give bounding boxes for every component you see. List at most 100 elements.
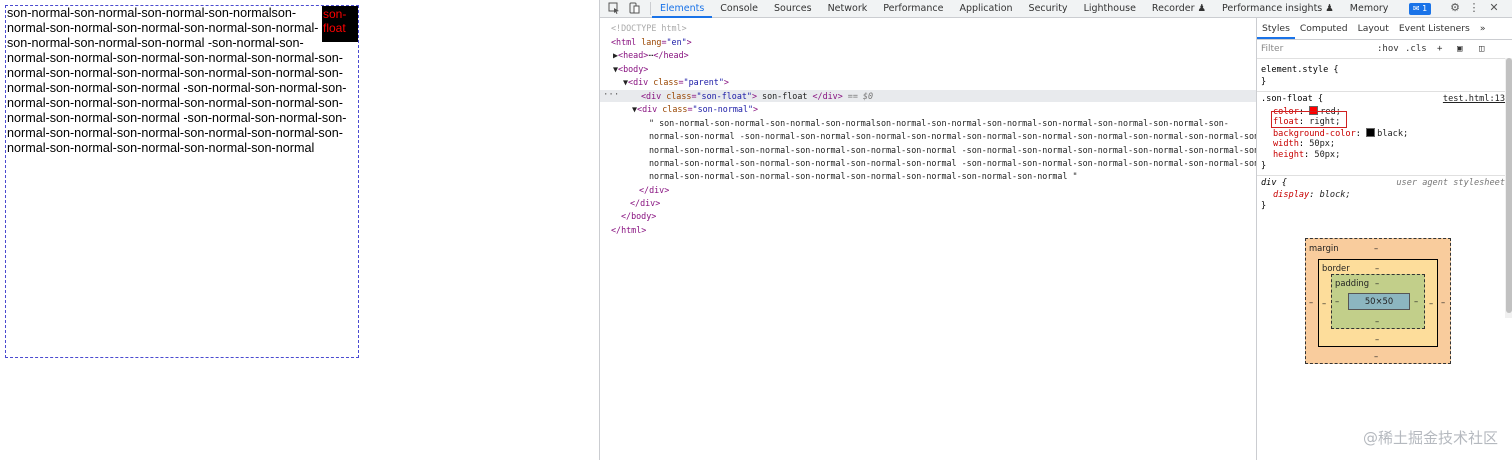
box-model-padding[interactable]: padding – – – – 50×50 bbox=[1331, 274, 1425, 329]
scroll-thumb[interactable] bbox=[1506, 58, 1512, 313]
more-tabs-chevron[interactable]: » bbox=[1475, 18, 1491, 39]
black-color-swatch[interactable] bbox=[1366, 128, 1376, 137]
element-style-selector[interactable]: element.style { bbox=[1261, 65, 1339, 76]
div-selector[interactable]: div { bbox=[1261, 178, 1287, 189]
sidebar-toggle-icon[interactable]: ◫ bbox=[1479, 42, 1484, 56]
body-node[interactable]: ▼<body> bbox=[613, 64, 648, 75]
padding-top-value[interactable]: – bbox=[1375, 278, 1379, 288]
device-toolbar-icon[interactable] bbox=[628, 2, 640, 14]
son-normal-line: normal-son-normal-son-normal -son-normal… bbox=[7, 81, 347, 95]
son-normal-line: son-normal-son-normal-son-normal -son-no… bbox=[7, 36, 304, 50]
parent-div-node[interactable]: ▼<div class="parent"> bbox=[623, 77, 729, 88]
filter-row: Filter :hov .cls + ▣ ◫ bbox=[1257, 40, 1512, 59]
tab-application[interactable]: Application bbox=[951, 0, 1020, 18]
head-node[interactable]: ▶<head>⋯</head> bbox=[613, 50, 689, 61]
gear-icon[interactable]: ⚙ bbox=[1449, 2, 1461, 14]
son-float-node-text: son-float bbox=[762, 91, 808, 101]
lang-value: "en" bbox=[666, 37, 687, 47]
width-property: width bbox=[1273, 139, 1299, 149]
class-attr: class bbox=[666, 91, 692, 101]
box-model-margin[interactable]: margin – – – – border – – – – padding – … bbox=[1305, 238, 1451, 364]
new-rule-icon[interactable]: + bbox=[1437, 42, 1442, 56]
tab-event-listeners[interactable]: Event Listeners bbox=[1394, 18, 1475, 39]
margin-top-value[interactable]: – bbox=[1374, 243, 1378, 253]
son-normal-close-tag[interactable]: </div> bbox=[639, 185, 669, 196]
tab-lighthouse[interactable]: Lighthouse bbox=[1076, 0, 1144, 18]
html-close-tag[interactable]: </html> bbox=[611, 225, 646, 236]
html-node[interactable]: <html lang="en"> bbox=[611, 37, 692, 48]
hov-button[interactable]: :hov bbox=[1377, 42, 1399, 56]
tab-network[interactable]: Network bbox=[820, 0, 876, 18]
html-tag: <html bbox=[611, 37, 637, 47]
background-color-value: black; bbox=[1377, 129, 1409, 139]
son-normal-line: son-normal-son-normal-son-normal-son-nor… bbox=[7, 6, 297, 20]
son-normal-line: normal-son-normal-son-normal-son-normal-… bbox=[7, 51, 343, 65]
border-left-value[interactable]: – bbox=[1322, 298, 1326, 308]
parent-div: son- float son-normal-son-normal-son-nor… bbox=[5, 5, 359, 358]
source-link[interactable]: test.html:13 bbox=[1443, 94, 1505, 105]
rule-divider bbox=[1257, 91, 1512, 92]
son-normal-text: son-normal-son-normal-son-normal-son-nor… bbox=[7, 6, 349, 156]
float-highlight-box bbox=[1271, 111, 1347, 128]
border-bottom-value[interactable]: – bbox=[1375, 334, 1379, 344]
tab-performance[interactable]: Performance bbox=[875, 0, 951, 18]
div-tag: <div bbox=[628, 77, 649, 87]
son-float-node[interactable]: <div class="son-float"> son-float </div>… bbox=[641, 91, 873, 102]
tab-computed[interactable]: Computed bbox=[1295, 18, 1353, 39]
text-node-line[interactable]: normal-son-normal-son-normal-son-normal-… bbox=[649, 158, 1264, 169]
tab-performance-insights[interactable]: Performance insights ♟ bbox=[1214, 0, 1342, 18]
devtools-panel: Elements Console Sources Network Perform… bbox=[599, 0, 1512, 460]
body-close-tag[interactable]: </body> bbox=[621, 211, 656, 222]
tab-layout[interactable]: Layout bbox=[1353, 18, 1394, 39]
border-right-value[interactable]: – bbox=[1429, 298, 1433, 308]
parent-class-value: "parent" bbox=[683, 77, 724, 87]
filter-input[interactable]: Filter bbox=[1261, 42, 1369, 56]
kebab-menu-icon[interactable]: ⋮ bbox=[1468, 2, 1480, 14]
tab-styles[interactable]: Styles bbox=[1257, 18, 1295, 39]
text-node-line[interactable]: normal-son-normal -son-normal-son-normal… bbox=[649, 131, 1264, 142]
tab-memory[interactable]: Memory bbox=[1342, 0, 1397, 18]
inspect-element-icon[interactable] bbox=[608, 2, 620, 14]
issues-badge[interactable]: ✉ 1 bbox=[1409, 3, 1431, 15]
son-normal-node[interactable]: ▼<div class="son-normal"> bbox=[632, 104, 758, 115]
margin-label: margin bbox=[1309, 243, 1339, 253]
parent-close-tag[interactable]: </div> bbox=[630, 198, 660, 209]
doctype-node[interactable]: <!DOCTYPE html> bbox=[611, 23, 687, 34]
styles-scrollbar[interactable] bbox=[1505, 58, 1512, 318]
son-normal-line: normal-son-normal-son-normal-son-normal-… bbox=[7, 126, 343, 140]
head-close-tag: </head> bbox=[653, 50, 689, 60]
tab-console[interactable]: Console bbox=[712, 0, 766, 18]
tab-recorder[interactable]: Recorder ♟ bbox=[1144, 0, 1214, 18]
tab-elements[interactable]: Elements bbox=[652, 0, 713, 18]
border-top-value[interactable]: – bbox=[1375, 263, 1379, 273]
message-icon: ✉ bbox=[1412, 4, 1420, 13]
margin-bottom-value[interactable]: – bbox=[1374, 351, 1378, 361]
margin-left-value[interactable]: – bbox=[1309, 297, 1313, 307]
toolbar-divider bbox=[650, 2, 651, 15]
node-actions-ellipsis[interactable]: ··· bbox=[603, 90, 619, 101]
text-node-line[interactable]: " son-normal-son-normal-son-normal-son-n… bbox=[649, 118, 1229, 129]
rule-divider bbox=[1257, 175, 1512, 176]
son-float-selector[interactable]: .son-float { bbox=[1261, 94, 1323, 105]
padding-right-value[interactable]: – bbox=[1414, 296, 1418, 306]
margin-right-value[interactable]: – bbox=[1441, 297, 1445, 307]
display-property: display bbox=[1273, 190, 1310, 200]
padding-label: padding bbox=[1335, 278, 1370, 288]
cls-button[interactable]: .cls bbox=[1405, 42, 1427, 56]
box-model-border[interactable]: border – – – – padding – – – – 50×50 bbox=[1318, 259, 1438, 347]
tab-security[interactable]: Security bbox=[1021, 0, 1076, 18]
tab-sources[interactable]: Sources bbox=[766, 0, 820, 18]
text-node-line[interactable]: normal-son-normal-son-normal-son-normal-… bbox=[649, 171, 1078, 182]
close-icon[interactable]: ✕ bbox=[1488, 2, 1500, 14]
padding-left-value[interactable]: – bbox=[1335, 296, 1339, 306]
paint-icon[interactable]: ▣ bbox=[1457, 42, 1462, 56]
width-declaration[interactable]: width: 50px; bbox=[1273, 139, 1335, 150]
son-normal-line: normal-son-normal-son-normal-son-normal-… bbox=[7, 96, 343, 110]
border-label: border bbox=[1322, 263, 1350, 273]
width-value: 50px; bbox=[1309, 139, 1336, 149]
box-model-content[interactable]: 50×50 bbox=[1348, 293, 1410, 310]
height-declaration[interactable]: height: 50px; bbox=[1273, 150, 1340, 161]
padding-bottom-value[interactable]: – bbox=[1375, 316, 1379, 326]
text-node-line[interactable]: normal-son-normal-son-normal-son-normal-… bbox=[649, 145, 1264, 156]
issues-count: 1 bbox=[1422, 4, 1428, 13]
